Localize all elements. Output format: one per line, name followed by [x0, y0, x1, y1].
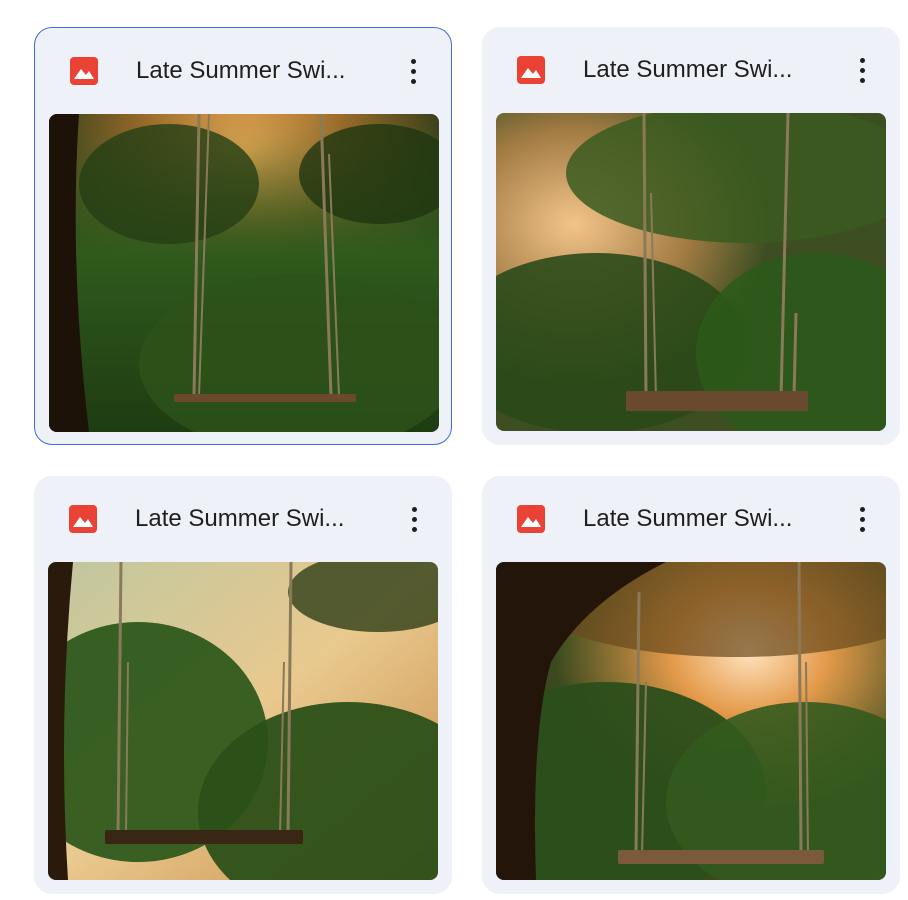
more-vert-icon[interactable]	[402, 504, 426, 534]
file-card-header: Late Summer Swi...	[482, 476, 900, 562]
more-vert-icon[interactable]	[850, 504, 874, 534]
file-card-header: Late Summer Swi...	[35, 28, 451, 114]
more-vert-icon[interactable]	[850, 55, 874, 85]
image-file-icon	[68, 504, 98, 534]
file-card-4[interactable]: Late Summer Swi...	[482, 476, 900, 894]
image-file-icon	[69, 56, 99, 86]
file-card-header: Late Summer Swi...	[34, 476, 452, 562]
more-vert-icon[interactable]	[401, 56, 425, 86]
file-thumbnail[interactable]	[48, 562, 438, 880]
file-thumbnail[interactable]	[496, 113, 886, 431]
file-thumbnail[interactable]	[496, 562, 886, 880]
file-title: Late Summer Swi...	[135, 505, 345, 532]
image-file-icon	[516, 504, 546, 534]
file-card-1[interactable]: Late Summer Swi...	[34, 27, 452, 445]
file-title: Late Summer Swi...	[583, 505, 793, 532]
image-file-icon	[516, 55, 546, 85]
file-title: Late Summer Swi...	[136, 57, 346, 84]
file-card-3[interactable]: Late Summer Swi...	[34, 476, 452, 894]
file-title: Late Summer Swi...	[583, 56, 793, 83]
file-card-2[interactable]: Late Summer Swi...	[482, 27, 900, 445]
file-thumbnail[interactable]	[49, 114, 439, 432]
file-card-header: Late Summer Swi...	[482, 27, 900, 113]
